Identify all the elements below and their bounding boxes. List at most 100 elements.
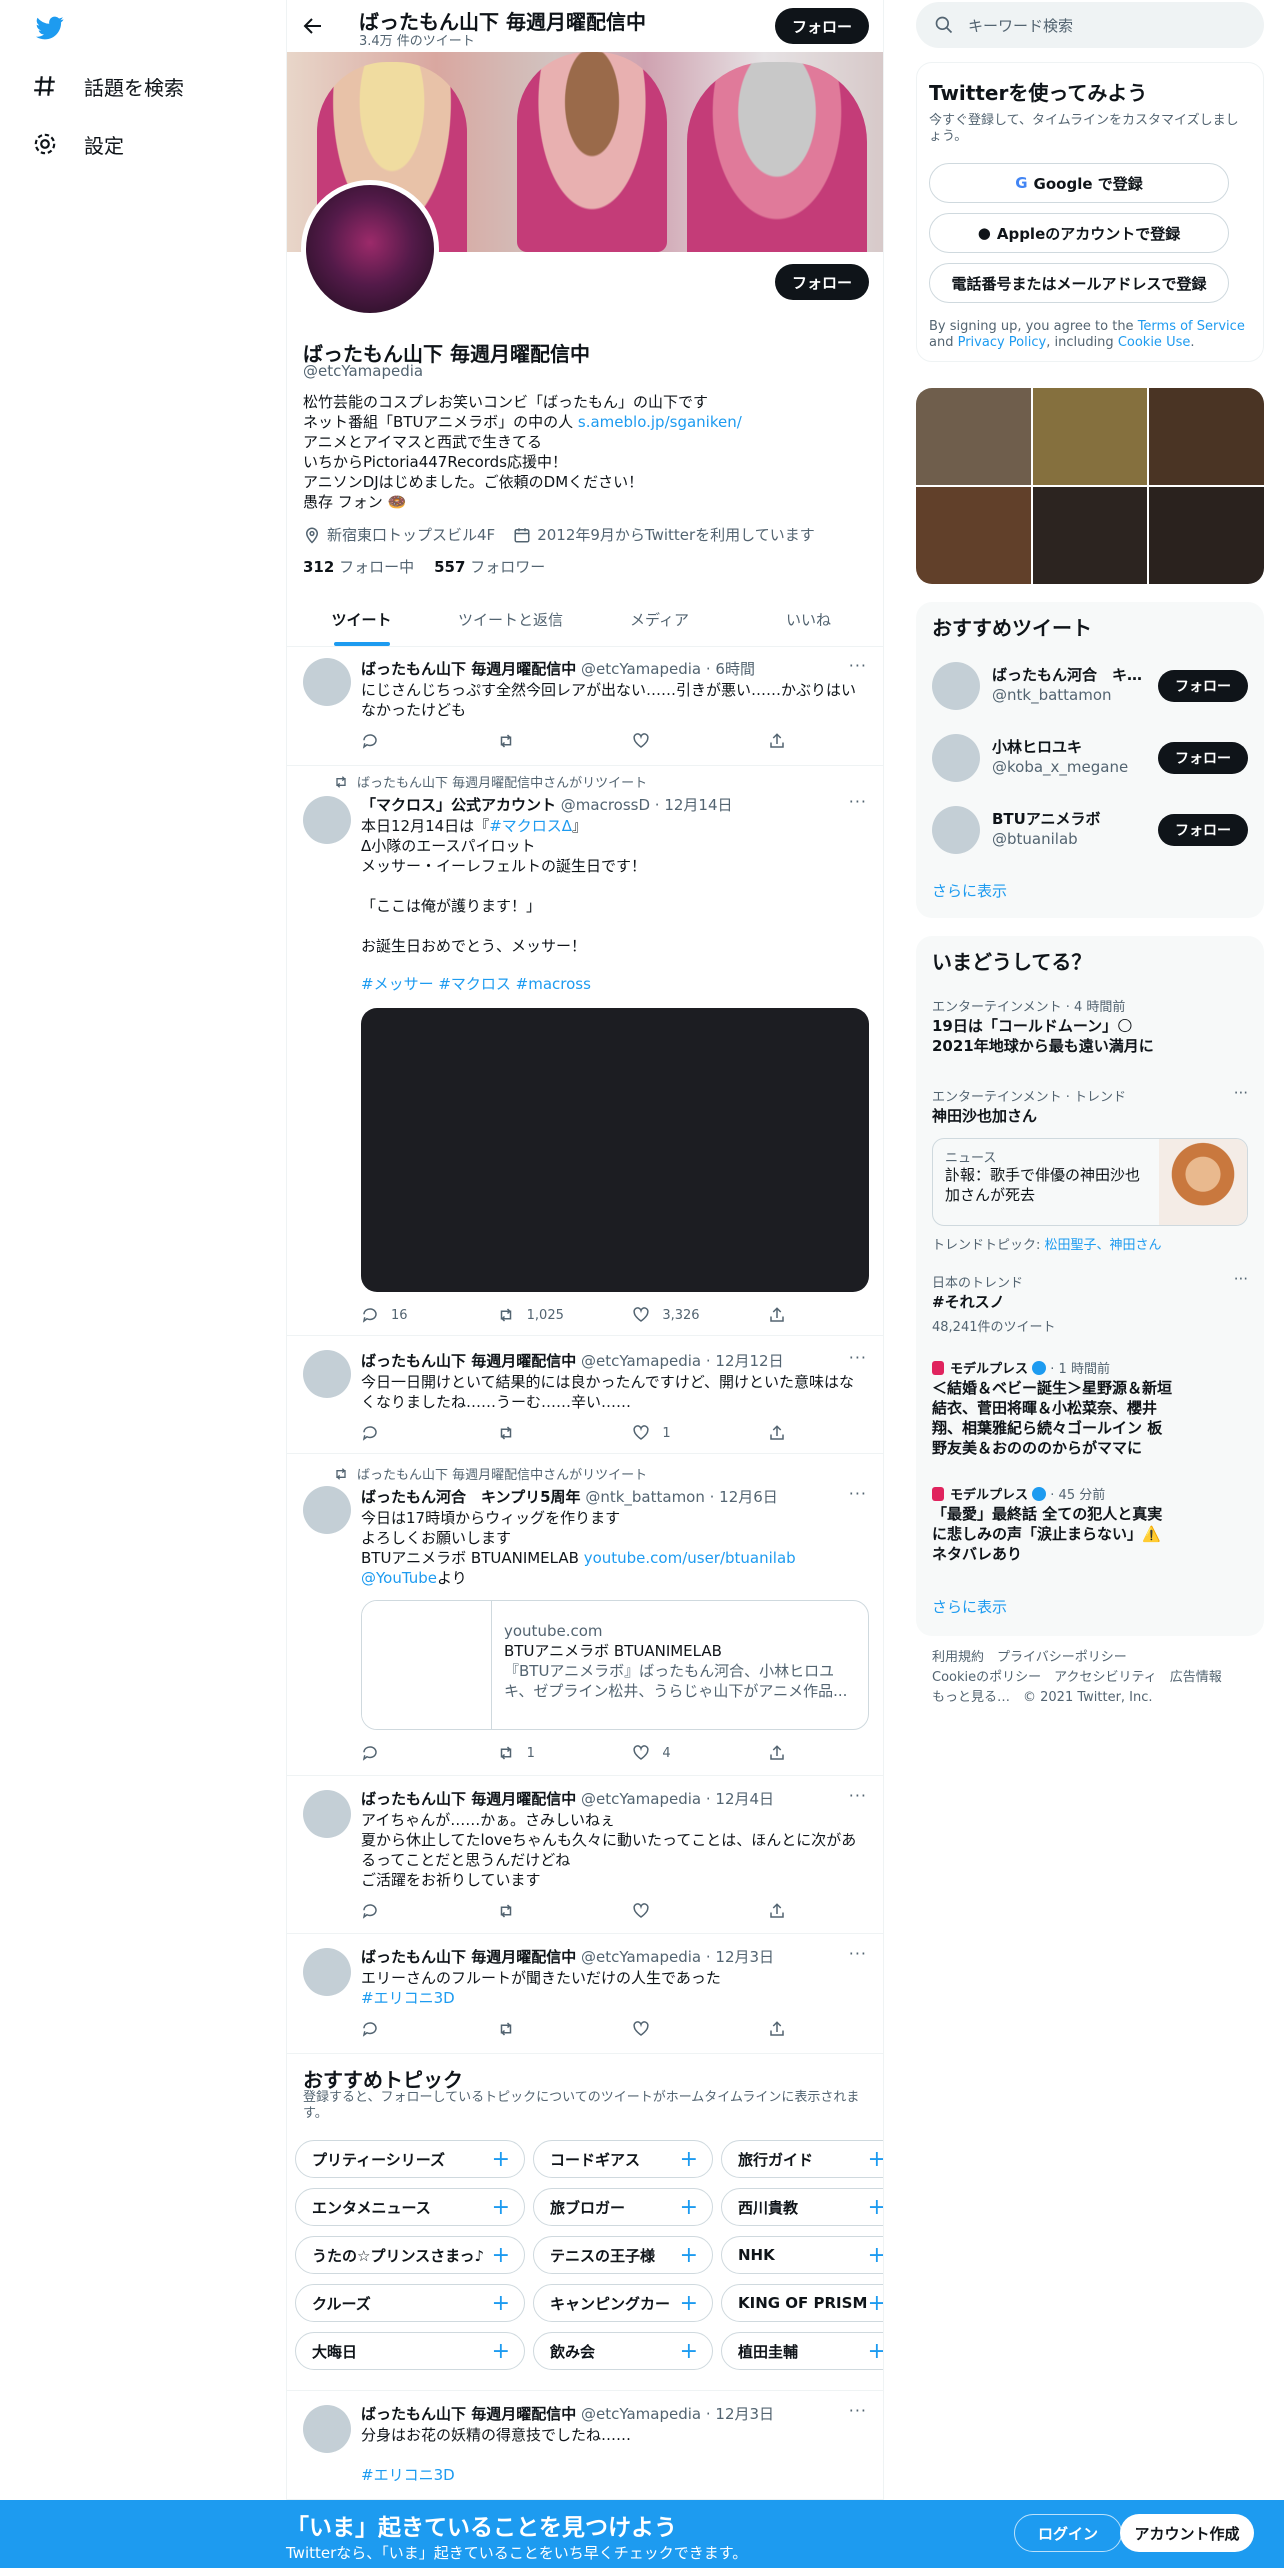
tweet-author[interactable]: 「マクロス」公式アカウント <box>361 796 556 814</box>
profile-follow-button[interactable]: フォロー <box>775 264 869 300</box>
trend-title[interactable]: #それスノ <box>932 1292 1172 1312</box>
more-icon[interactable]: ··· <box>1234 1084 1248 1102</box>
search-input[interactable]: キーワード検索 <box>968 15 1073 36</box>
more-icon[interactable]: ··· <box>849 1944 867 1963</box>
like-button[interactable]: 3,326 <box>632 1306 712 1324</box>
login-button[interactable]: ログイン <box>1014 2514 1122 2552</box>
share-button[interactable] <box>768 2020 786 2038</box>
back-arrow-icon[interactable] <box>301 14 325 38</box>
terms-link[interactable]: Terms of Service <box>1138 319 1245 334</box>
topic-chip[interactable]: 旅ブロガー + <box>533 2188 713 2226</box>
avatar[interactable] <box>932 806 980 854</box>
topic-chip[interactable]: 植田圭輔 + <box>721 2332 883 2370</box>
privacy-link[interactable]: Privacy Policy <box>958 335 1047 350</box>
followers-link[interactable]: 557 フォロワー <box>434 556 545 577</box>
topic-chip[interactable]: うたの☆プリンスさまっ♪ + <box>295 2236 525 2274</box>
tweet[interactable]: ばったもん山下 毎週月曜配信中さんがリツイート 「マクロス」公式アカウント @m… <box>287 766 883 1336</box>
topic-chip[interactable]: コードギアス + <box>533 2140 713 2178</box>
more-icon[interactable]: ··· <box>849 1484 867 1503</box>
media-thumbnail[interactable] <box>1149 487 1264 584</box>
tweet-author[interactable]: ばったもん山下 毎週月曜配信中 <box>361 660 576 678</box>
tweet-avatar[interactable] <box>303 796 351 844</box>
media-thumbnail[interactable] <box>1149 388 1264 485</box>
tweet-author[interactable]: ばったもん河合 キンプリ5周年 <box>361 1488 581 1506</box>
tab-tweets[interactable]: ツイート <box>287 594 436 646</box>
phone-signup-button[interactable]: 電話番号またはメールアドレスで登録 <box>929 263 1229 303</box>
reply-button[interactable] <box>361 1902 441 1920</box>
reply-button[interactable]: 16 <box>361 1306 441 1324</box>
more-icon[interactable]: ··· <box>849 656 867 675</box>
link-card[interactable]: youtube.com BTUアニメラボ BTUANIMELAB 『BTUアニメ… <box>361 1600 869 1730</box>
like-button[interactable]: 1 <box>632 1424 712 1442</box>
reply-button[interactable] <box>361 1744 441 1762</box>
topic-chip[interactable]: NHK + <box>721 2236 883 2274</box>
media-thumbnail[interactable] <box>1032 487 1148 584</box>
topic-chip[interactable]: クルーズ + <box>295 2284 525 2322</box>
tweet[interactable]: ばったもん山下 毎週月曜配信中さんがリツイート ばったもん河合 キンプリ5周年 … <box>287 1454 883 1776</box>
signup-button[interactable]: アカウント作成 <box>1120 2514 1254 2552</box>
tweet-avatar[interactable] <box>303 1350 351 1398</box>
topic-chip[interactable]: テニスの王子様 + <box>533 2236 713 2274</box>
following-link[interactable]: 312 フォロー中 <box>303 556 414 577</box>
topic-chip[interactable]: 旅行ガイド + <box>721 2140 883 2178</box>
tweet-avatar[interactable] <box>303 1486 351 1534</box>
topic-chip[interactable]: KING OF PRISM+ <box>721 2284 883 2322</box>
nav-settings[interactable]: 設定 <box>32 124 124 164</box>
reply-button[interactable] <box>361 1424 441 1442</box>
tweet[interactable]: ばったもん山下 毎週月曜配信中 @etcYamapedia · 12月3日 ··… <box>287 2390 883 2500</box>
more-icon[interactable]: ··· <box>849 1348 867 1367</box>
footer-line[interactable]: Cookieのポリシー アクセシビリティ 広告情報 <box>932 1668 1252 1688</box>
header-follow-button[interactable]: フォロー <box>775 8 869 44</box>
hashtag-link[interactable]: #エリコニ3D <box>361 1988 869 2008</box>
follow-button[interactable]: フォロー <box>1158 670 1248 702</box>
bio-link[interactable]: s.ameblo.jp/sganiken/ <box>578 413 742 431</box>
suggested-user[interactable]: ばったもん河合 キ… @ntk_battamon フォロー <box>932 656 1248 716</box>
related-links[interactable]: 松田聖子、神田さん <box>1045 1238 1162 1253</box>
retweet-button[interactable] <box>497 1424 577 1442</box>
follow-button[interactable]: フォロー <box>1158 742 1248 774</box>
like-button[interactable]: 4 <box>632 1744 712 1762</box>
footer-line[interactable]: 利用規約 プライバシーポリシー <box>932 1648 1252 1668</box>
more-icon[interactable]: ··· <box>849 1786 867 1805</box>
topic-chip[interactable]: キャンピングカー + <box>533 2284 713 2322</box>
retweet-button[interactable]: 1 <box>497 1744 577 1762</box>
tweet[interactable]: ばったもん山下 毎週月曜配信中 @etcYamapedia · 12月12日 ·… <box>287 1336 883 1454</box>
media-thumbnail[interactable] <box>916 487 1031 584</box>
tweet-author[interactable]: ばったもん山下 毎週月曜配信中 <box>361 2405 576 2423</box>
suggested-user[interactable]: 小林ヒロユキ @koba_x_megane フォロー <box>932 728 1248 788</box>
profile-avatar[interactable] <box>301 180 439 318</box>
trend-title[interactable]: 19日は「コールドムーン」🌕2021年地球から最も遠い満月に <box>932 1016 1172 1056</box>
reply-button[interactable] <box>361 2020 441 2038</box>
tab-tweets-replies[interactable]: ツイートと返信 <box>436 594 585 646</box>
like-button[interactable] <box>632 1902 712 1920</box>
tweet-avatar[interactable] <box>303 658 351 706</box>
twitter-logo-icon[interactable] <box>36 14 64 42</box>
follow-button[interactable]: フォロー <box>1158 814 1248 846</box>
tweet[interactable]: ばったもん山下 毎週月曜配信中 @etcYamapedia · 6時間 ··· … <box>287 648 883 766</box>
tweet-avatar[interactable] <box>303 1790 351 1838</box>
tweet[interactable]: ばったもん山下 毎週月曜配信中 @etcYamapedia · 12月3日 ··… <box>287 1934 883 2054</box>
search-bar[interactable]: キーワード検索 <box>916 2 1264 48</box>
media-thumbnail[interactable] <box>916 388 1031 485</box>
topic-chip[interactable]: 西川貴教 + <box>721 2188 883 2226</box>
share-button[interactable] <box>768 1306 786 1324</box>
tweet-avatar[interactable] <box>303 1948 351 1996</box>
share-button[interactable] <box>768 1424 786 1442</box>
url-link[interactable]: youtube.com/user/btuanilab <box>584 1549 796 1567</box>
apple-signup-button[interactable]: ● Appleのアカウントで登録 <box>929 213 1229 253</box>
hashtag-link[interactable]: #エリコニ3D <box>361 2465 869 2485</box>
tweet-author[interactable]: ばったもん山下 毎週月曜配信中 <box>361 1948 576 1966</box>
show-more-link[interactable]: さらに表示 <box>932 880 1007 901</box>
share-button[interactable] <box>768 1902 786 1920</box>
topic-chip[interactable]: 大晦日 + <box>295 2332 525 2370</box>
nav-explore[interactable]: 話題を検索 <box>32 66 184 106</box>
more-icon[interactable]: ··· <box>1234 1270 1248 1288</box>
trend-title[interactable]: 神田沙也加さん <box>932 1106 1172 1126</box>
news-title[interactable]: 「最愛」最終話 全ての犯人と真実に悲しみの声「涙止まらない」⚠️ネタバレあり <box>932 1504 1172 1564</box>
retweet-button[interactable] <box>497 1902 577 1920</box>
footer-line[interactable]: もっと見る… © 2021 Twitter, Inc. <box>932 1688 1252 1708</box>
retweet-button[interactable] <box>497 732 577 750</box>
retweet-button[interactable]: 1,025 <box>497 1306 577 1324</box>
like-button[interactable] <box>632 732 712 750</box>
tweet-media[interactable] <box>361 1008 869 1292</box>
